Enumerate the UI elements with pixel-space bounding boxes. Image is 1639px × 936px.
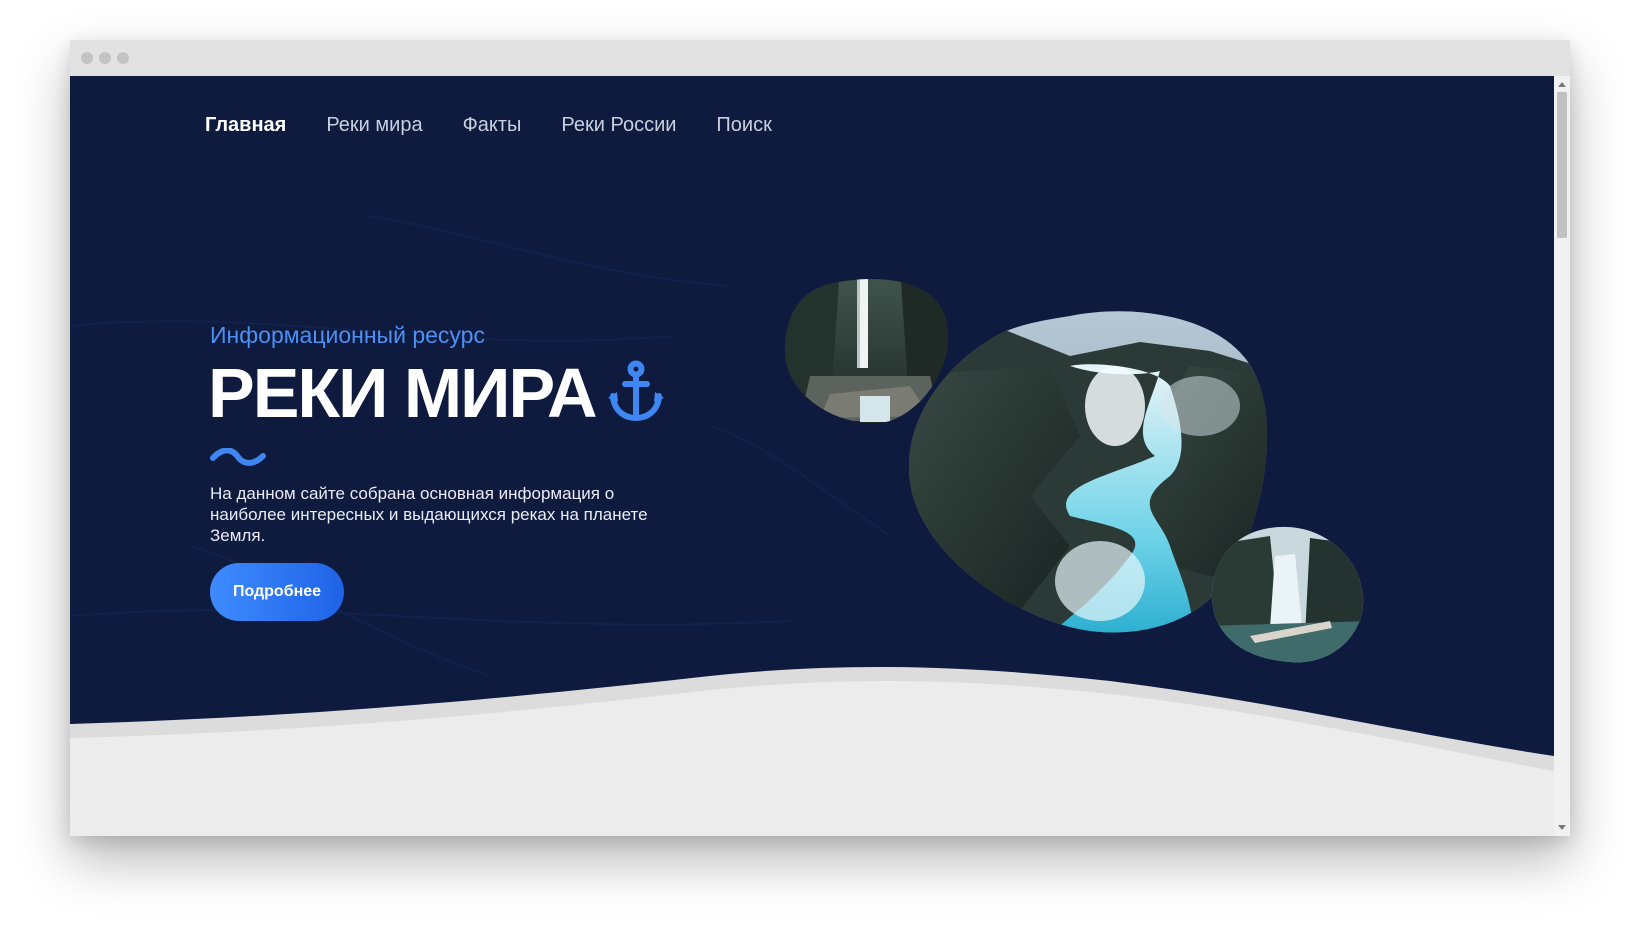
scroll-thumb[interactable] [1557, 92, 1567, 238]
scroll-down-icon[interactable] [1558, 825, 1566, 830]
browser-window: Главная Реки мира Факты Реки России Поис… [70, 40, 1570, 836]
bottom-wave-divider [70, 666, 1554, 836]
window-close-dot[interactable] [81, 52, 93, 64]
scroll-up-icon[interactable] [1558, 82, 1566, 87]
vertical-scrollbar[interactable] [1554, 76, 1570, 836]
browser-titlebar [70, 40, 1570, 76]
window-minimize-dot[interactable] [99, 52, 111, 64]
window-maximize-dot[interactable] [117, 52, 129, 64]
page-viewport: Главная Реки мира Факты Реки России Поис… [70, 76, 1554, 836]
